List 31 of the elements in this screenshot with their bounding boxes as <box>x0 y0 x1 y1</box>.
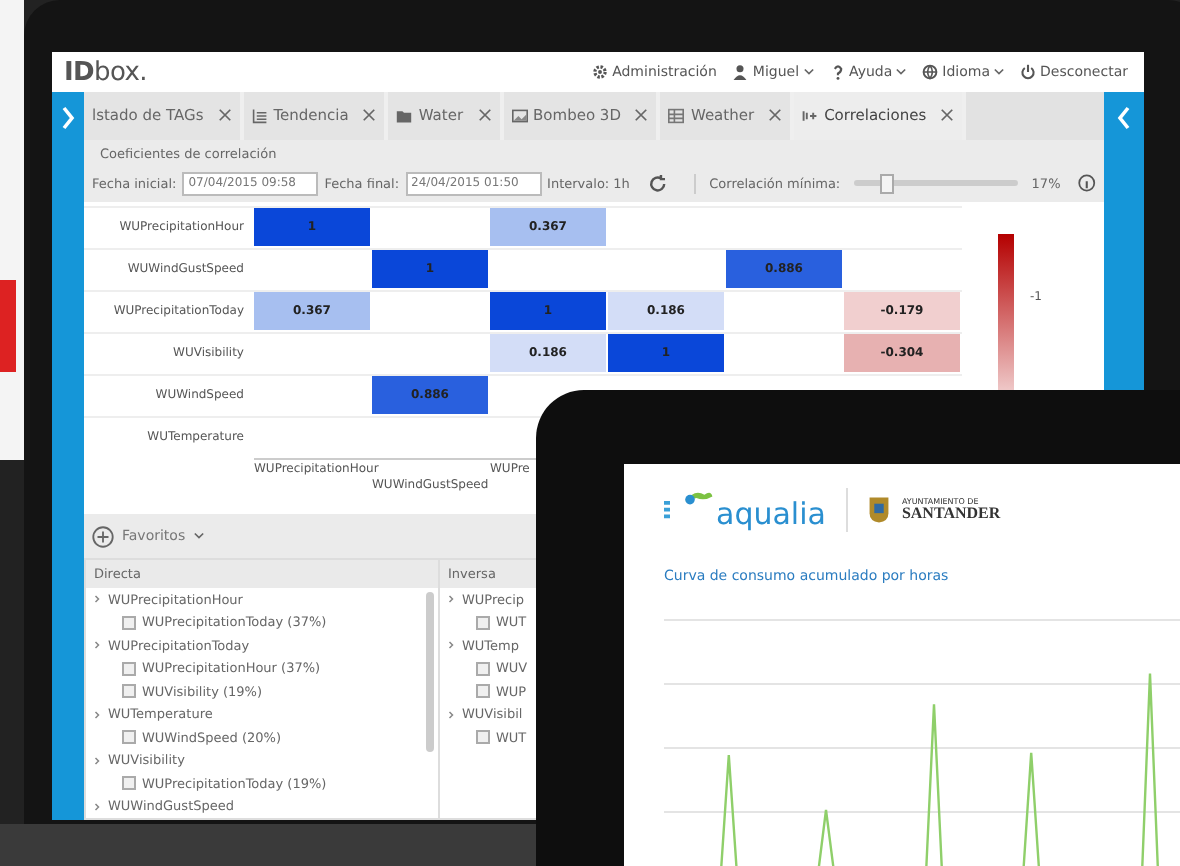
refresh-icon[interactable] <box>647 173 668 194</box>
crest-icon <box>867 494 890 526</box>
close-icon[interactable] <box>634 108 649 123</box>
chevron-right-icon <box>60 106 76 130</box>
bars-icon <box>802 107 819 124</box>
scrollbar[interactable] <box>426 592 434 752</box>
idbox-logo: IDbox. <box>64 57 147 87</box>
caret-icon <box>994 68 1005 76</box>
slider-thumb[interactable] <box>880 174 895 195</box>
table-icon <box>668 107 685 124</box>
close-icon[interactable] <box>477 108 492 123</box>
user-icon <box>732 64 749 80</box>
list-icon <box>251 107 268 124</box>
close-icon[interactable] <box>362 108 377 123</box>
close-icon[interactable] <box>768 108 783 123</box>
help-icon <box>829 64 846 80</box>
folder-icon <box>396 107 413 124</box>
caret-icon <box>896 68 907 76</box>
aqualia-logo: aqualia <box>682 488 826 532</box>
info-icon[interactable] <box>1078 174 1096 193</box>
close-icon[interactable] <box>217 108 232 123</box>
chevron-left-icon <box>1116 106 1132 130</box>
image-icon <box>511 107 528 124</box>
add-icon[interactable] <box>92 525 114 548</box>
gear-icon <box>592 64 609 80</box>
power-icon <box>1020 64 1037 80</box>
close-icon[interactable] <box>940 108 955 123</box>
menu-icon[interactable] <box>664 500 670 520</box>
caret-icon[interactable] <box>193 532 204 541</box>
caret-icon <box>803 68 814 76</box>
globe-icon <box>922 64 939 80</box>
